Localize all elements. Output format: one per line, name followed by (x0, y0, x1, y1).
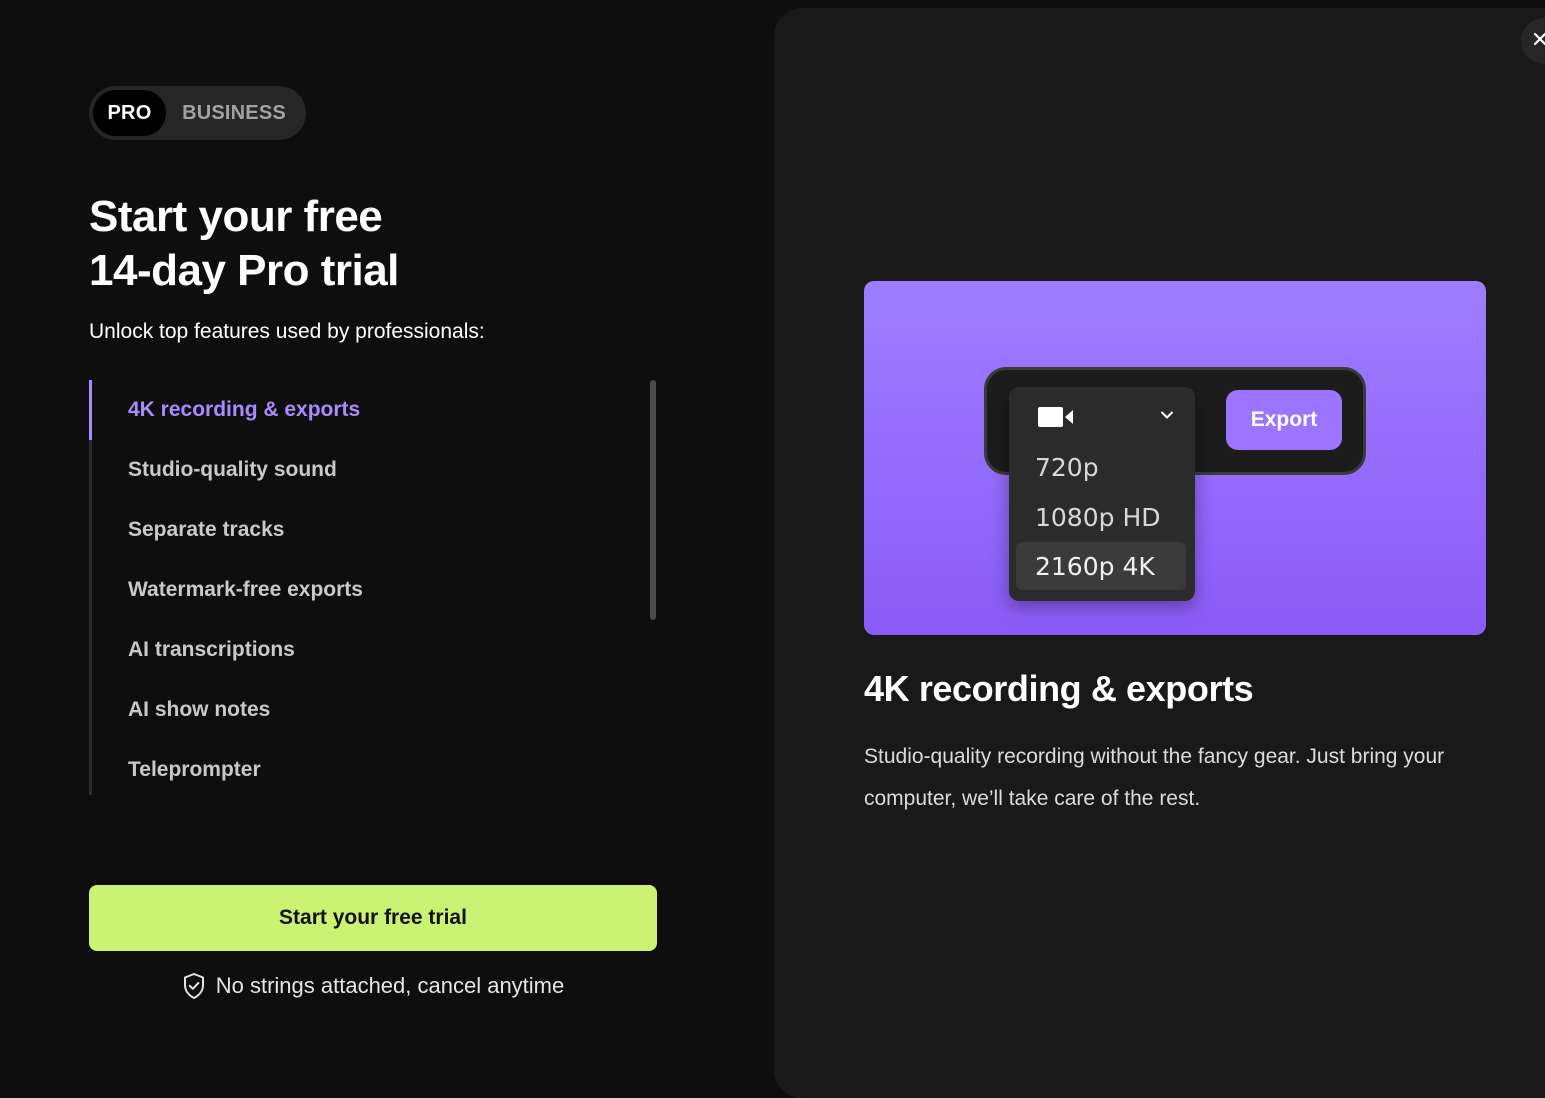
resolution-option-2160p: 2160p 4K (1016, 542, 1186, 590)
feature-item-studio-sound[interactable]: Studio-quality sound (92, 440, 549, 500)
chevron-down-icon (1159, 407, 1175, 428)
feature-item-4k-recording[interactable]: 4K recording & exports (89, 380, 549, 440)
export-button: Export (1226, 390, 1342, 450)
feature-item-ai-show-notes[interactable]: AI show notes (92, 680, 549, 740)
feature-item-watermark-free[interactable]: Watermark-free exports (92, 560, 549, 620)
resolution-dropdown: 720p 1080p HD 2160p 4K (1009, 387, 1195, 601)
left-panel: PRO BUSINESS Start your free 14-day Pro … (0, 0, 774, 1072)
feature-detail-title: 4K recording & exports (864, 668, 1254, 709)
reassurance-text: No strings attached, cancel anytime (215, 973, 565, 998)
page-title-line-2: 14-day Pro trial (89, 246, 399, 295)
feature-detail-description: Studio-quality recording without the fan… (864, 745, 1445, 810)
plan-option-business[interactable]: BUSINESS (166, 90, 302, 136)
close-icon (1533, 32, 1545, 51)
feature-list-scrollbar[interactable] (650, 380, 656, 620)
page-title-line-1: Start your free (89, 192, 383, 241)
page-title: Start your free 14-day Pro trial (89, 190, 709, 298)
resolution-option-1080p: 1080p HD (1035, 502, 1161, 532)
reassurance-note: No strings attached, cancel anytime (89, 972, 657, 1000)
plan-option-pro[interactable]: PRO (93, 90, 166, 136)
feature-illustration-card: Export 720p 1080p HD 2160p 4K (864, 281, 1486, 635)
video-camera-icon (1037, 405, 1075, 434)
feature-item-teleprompter[interactable]: Teleprompter (92, 740, 549, 800)
features-subheading: Unlock top features used by professional… (89, 320, 485, 343)
feature-item-ai-transcriptions[interactable]: AI transcriptions (92, 620, 549, 680)
resolution-dropdown-header (1009, 387, 1195, 443)
feature-list: 4K recording & exports Studio-quality so… (89, 380, 549, 795)
resolution-option-720p: 720p (1035, 452, 1099, 482)
feature-item-separate-tracks[interactable]: Separate tracks (92, 500, 549, 560)
shield-check-icon (182, 972, 206, 1000)
start-free-trial-button[interactable]: Start your free trial (89, 885, 657, 951)
plan-toggle: PRO BUSINESS (89, 86, 306, 140)
